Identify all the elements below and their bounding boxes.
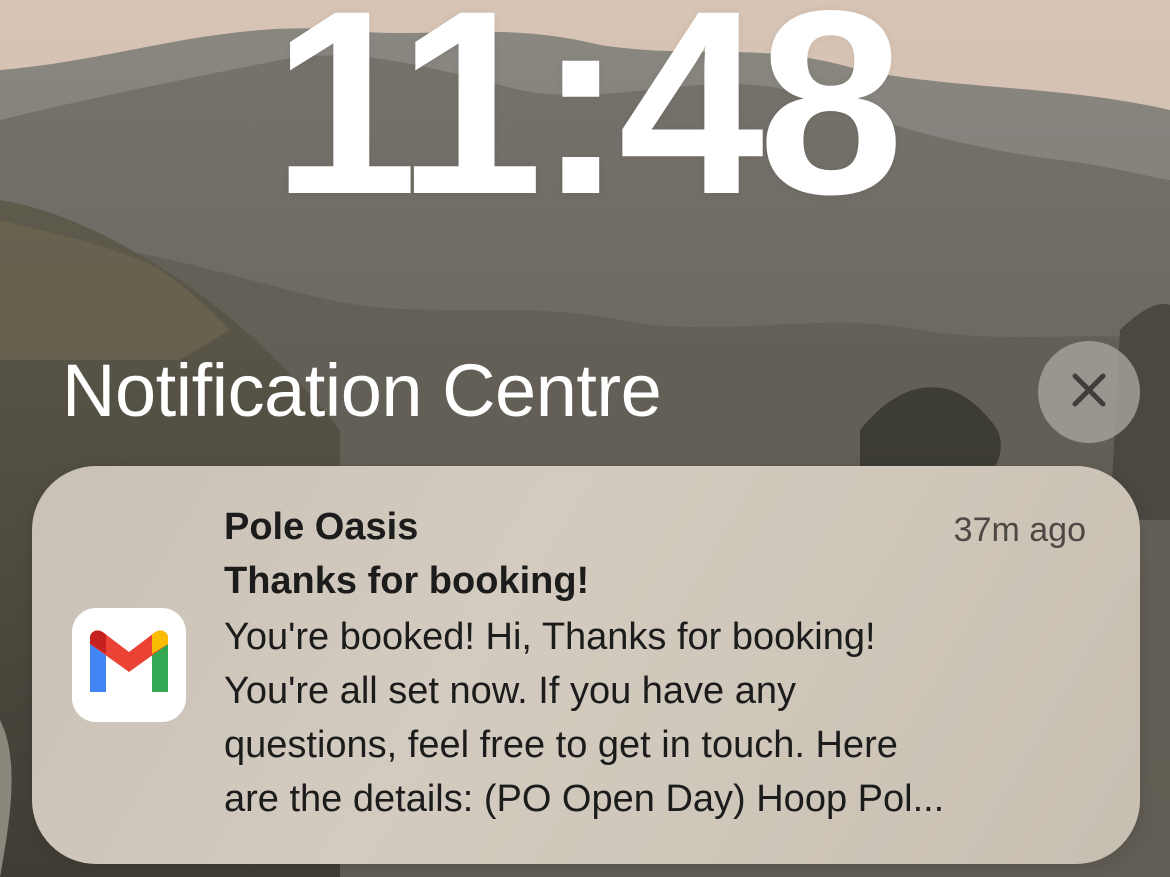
lock-screen-time: 11:48	[272, 0, 904, 249]
gmail-icon	[86, 630, 172, 701]
notification-timestamp: 37m ago	[953, 511, 1086, 549]
notification-sender: Pole Oasis	[224, 506, 419, 548]
notification-body-line: You're booked! Hi, Thanks for booking!	[224, 616, 876, 658]
notification-card[interactable]: Pole Oasis 37m ago Thanks for booking! Y…	[32, 466, 1140, 864]
close-icon	[1069, 370, 1109, 415]
notification-body-line: are the details: (PO Open Day) Hoop Pol.…	[224, 778, 945, 820]
gmail-app-icon	[72, 608, 186, 722]
notification-centre-title: Notification Centre	[62, 349, 662, 432]
clear-notifications-button[interactable]	[1038, 341, 1140, 443]
notification-body-line: You're all set now. If you have any	[224, 670, 797, 712]
notification-body-line: questions, feel free to get in touch. He…	[224, 724, 898, 766]
notification-subject: Thanks for booking!	[224, 560, 590, 602]
